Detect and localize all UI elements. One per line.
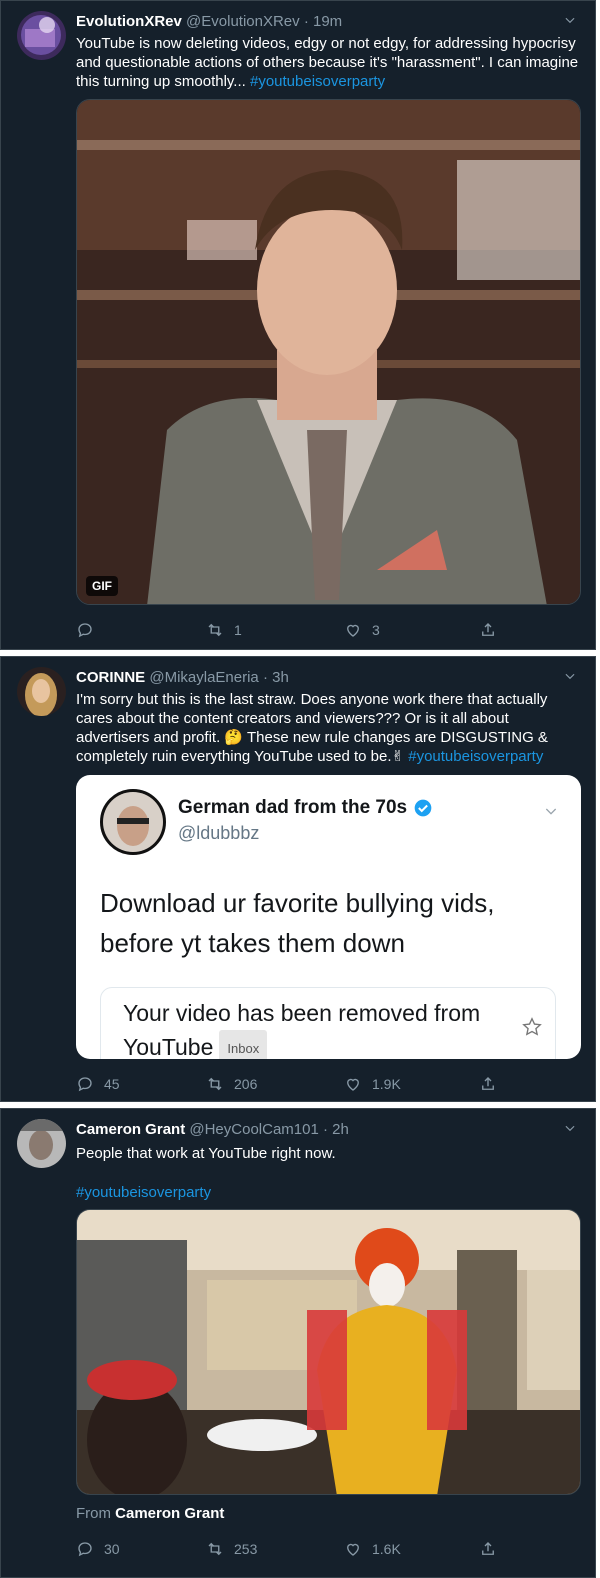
tweet-time[interactable]: 19m	[313, 13, 342, 30]
like-icon	[344, 1540, 362, 1558]
like-button[interactable]: 3	[344, 620, 380, 640]
chevron-down-icon[interactable]	[563, 13, 577, 27]
from-name[interactable]: Cameron Grant	[115, 1505, 224, 1522]
tweet-text: YouTube is now deleting videos, edgy or …	[76, 34, 581, 91]
retweet-button[interactable]: 253	[206, 1539, 257, 1559]
retweet-count: 253	[234, 1541, 258, 1557]
avatar[interactable]	[17, 11, 66, 60]
embedded-avatar	[100, 789, 166, 855]
embedded-author-name: German dad from the 70s	[178, 797, 408, 818]
tweet[interactable]: CORINNE @MikaylaEneria · 3h I'm sorry bu…	[0, 656, 596, 1102]
chevron-down-icon[interactable]	[563, 669, 577, 683]
share-icon	[479, 1540, 497, 1558]
tweet-time[interactable]: 3h	[272, 669, 289, 686]
hashtag-link[interactable]: #youtubeisoverparty	[408, 748, 543, 765]
tweet-header: Cameron Grant @HeyCoolCam101 · 2h	[76, 1121, 555, 1138]
tweet[interactable]: Cameron Grant @HeyCoolCam101 · 2h People…	[0, 1108, 596, 1578]
tweet-actions: 1 3	[76, 620, 516, 640]
author-name[interactable]: Cameron Grant	[76, 1121, 185, 1138]
tweet-hashtag-line: #youtubeisoverparty	[76, 1183, 581, 1202]
notification-message: Your video has been removed from YouTube	[123, 1000, 481, 1059]
tweet-actions: 45 206 1.9K	[76, 1074, 516, 1094]
reply-icon	[76, 1540, 94, 1558]
like-icon	[344, 1075, 362, 1093]
inbox-badge: Inbox	[219, 1030, 268, 1059]
retweet-button[interactable]: 206	[206, 1074, 257, 1094]
retweet-icon	[206, 621, 224, 639]
like-button[interactable]: 1.9K	[344, 1074, 401, 1094]
share-button[interactable]	[479, 1539, 497, 1559]
author-handle[interactable]: @EvolutionXRev	[186, 13, 300, 30]
separator: ·	[303, 13, 309, 30]
tweet-actions: 30 253 1.6K	[76, 1539, 516, 1559]
author-name[interactable]: EvolutionXRev	[76, 13, 182, 30]
reply-count: 45	[104, 1076, 120, 1092]
verified-icon	[414, 799, 432, 817]
separator: ·	[323, 1121, 328, 1138]
embedded-text: Download ur favorite bullying vids, befo…	[100, 888, 495, 958]
retweet-button[interactable]: 1	[206, 620, 242, 640]
reply-button[interactable]: 30	[76, 1539, 120, 1559]
gif-media[interactable]: GIF	[76, 99, 581, 605]
chevron-down-icon	[545, 808, 557, 815]
gif-badge: GIF	[86, 576, 118, 596]
embedded-name: German dad from the 70s	[178, 797, 433, 819]
avatar[interactable]	[17, 1119, 66, 1168]
embedded-handle: @ldubbbz	[178, 823, 260, 843]
retweet-count: 206	[234, 1076, 258, 1092]
retweet-count: 1	[234, 622, 242, 638]
separator: ·	[262, 669, 268, 686]
author-handle[interactable]: @HeyCoolCam101	[189, 1121, 318, 1138]
from-label: From	[76, 1505, 111, 1522]
share-button[interactable]	[479, 620, 497, 640]
tweet-header: EvolutionXRev @EvolutionXRev · 19m	[76, 13, 555, 30]
reply-icon	[76, 621, 94, 639]
like-button[interactable]: 1.6K	[344, 1539, 401, 1559]
reply-count: 30	[104, 1541, 120, 1557]
author-name[interactable]: CORINNE	[76, 669, 145, 686]
tweet-time[interactable]: 2h	[332, 1121, 349, 1138]
chevron-down-icon[interactable]	[563, 1121, 577, 1135]
retweet-icon	[206, 1540, 224, 1558]
notification-text: Your video has been removed from YouTube…	[123, 996, 503, 1059]
embedded-tweet-image[interactable]: German dad from the 70s @ldubbbz Downloa…	[76, 775, 581, 1059]
like-icon	[344, 621, 362, 639]
media-attribution: From Cameron Grant	[76, 1505, 224, 1522]
avatar[interactable]	[17, 667, 66, 716]
like-count: 1.6K	[372, 1541, 401, 1557]
reply-icon	[76, 1075, 94, 1093]
embedded-notification: Your video has been removed from YouTube…	[100, 987, 556, 1059]
retweet-icon	[206, 1075, 224, 1093]
reply-button[interactable]	[76, 620, 94, 640]
tweet[interactable]: EvolutionXRev @EvolutionXRev · 19m YouTu…	[0, 0, 596, 650]
share-icon	[479, 1075, 497, 1093]
share-icon	[479, 621, 497, 639]
tweet-header: CORINNE @MikaylaEneria · 3h	[76, 669, 555, 686]
author-handle[interactable]: @MikaylaEneria	[149, 669, 258, 686]
reply-button[interactable]: 45	[76, 1074, 120, 1094]
like-count: 3	[372, 622, 380, 638]
share-button[interactable]	[479, 1074, 497, 1094]
tweet-body: People that work at YouTube right now.	[76, 1145, 336, 1162]
video-media[interactable]	[76, 1209, 581, 1495]
hashtag-link[interactable]: #youtubeisoverparty	[250, 73, 385, 90]
star-icon	[522, 1017, 542, 1036]
hashtag-link[interactable]: #youtubeisoverparty	[76, 1184, 211, 1201]
tweet-text: I'm sorry but this is the last straw. Do…	[76, 690, 581, 766]
like-count: 1.9K	[372, 1076, 401, 1092]
